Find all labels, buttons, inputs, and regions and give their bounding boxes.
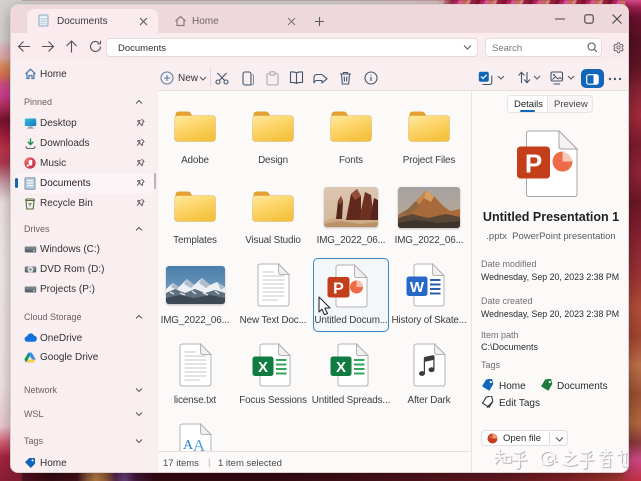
svg-text:W: W <box>410 279 425 296</box>
svg-text:P: P <box>525 149 542 179</box>
svg-text:X: X <box>336 359 346 376</box>
svg-text:P: P <box>333 281 344 298</box>
svg-text:X: X <box>258 359 268 376</box>
